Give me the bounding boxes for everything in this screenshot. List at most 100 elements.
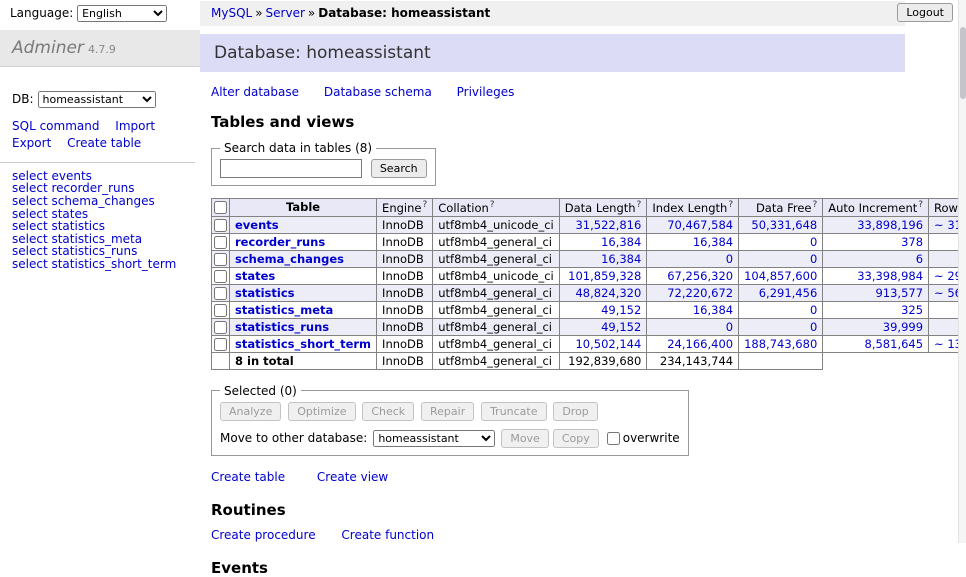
search-input[interactable] bbox=[220, 159, 362, 178]
table-name-link[interactable]: statistics bbox=[235, 286, 295, 300]
db-action-link[interactable]: Privileges bbox=[457, 85, 515, 99]
move-button[interactable]: Move bbox=[501, 429, 549, 448]
sidebar-link[interactable]: Export bbox=[12, 135, 51, 152]
index-length-link[interactable]: 0 bbox=[726, 252, 733, 266]
index-length-link[interactable]: 70,467,584 bbox=[667, 218, 733, 232]
auto-increment-link[interactable]: 378 bbox=[901, 235, 923, 249]
auto-increment-cell: 378 bbox=[823, 233, 929, 250]
copy-button[interactable]: Copy bbox=[553, 429, 599, 448]
overwrite-label: overwrite bbox=[623, 431, 680, 445]
index-length-link[interactable]: 24,166,400 bbox=[667, 337, 733, 351]
table-operation-button[interactable]: Check bbox=[362, 402, 414, 421]
data-free-link[interactable]: 0 bbox=[810, 320, 817, 334]
data-free-link[interactable]: 50,331,648 bbox=[751, 218, 817, 232]
auto-increment-link[interactable]: 8,581,645 bbox=[865, 337, 924, 351]
data-length-link[interactable]: 31,522,816 bbox=[575, 218, 641, 232]
table-operation-button[interactable]: Analyze bbox=[220, 402, 281, 421]
create-link[interactable]: Create table bbox=[211, 470, 285, 484]
table-name-link[interactable]: events bbox=[235, 218, 279, 232]
db-action-link[interactable]: Database schema bbox=[324, 85, 432, 99]
index-length-link[interactable]: 0 bbox=[726, 320, 733, 334]
row-checkbox[interactable] bbox=[214, 236, 227, 249]
help-link[interactable]: ? bbox=[918, 200, 923, 210]
table-operation-button[interactable]: Truncate bbox=[481, 402, 546, 421]
create-link[interactable]: Create view bbox=[317, 470, 388, 484]
row-checkbox[interactable] bbox=[214, 304, 227, 317]
sidebar-link[interactable]: Create table bbox=[67, 135, 141, 152]
index-length-cell: 16,384 bbox=[647, 301, 739, 318]
table-row: statistics_short_term InnoDB utf8mb4_gen… bbox=[212, 335, 966, 352]
help-link[interactable]: ? bbox=[637, 200, 642, 210]
data-length-link[interactable]: 49,152 bbox=[601, 303, 641, 317]
sidebar-select-table-link[interactable]: select schema_changes bbox=[12, 195, 188, 208]
table-name-link[interactable]: schema_changes bbox=[235, 252, 344, 266]
data-free-link[interactable]: 6,291,456 bbox=[759, 286, 818, 300]
sidebar-link[interactable]: Import bbox=[115, 118, 155, 135]
table-name-link[interactable]: statistics_short_term bbox=[235, 337, 371, 351]
index-length-cell: 16,384 bbox=[647, 233, 739, 250]
data-length-link[interactable]: 48,824,320 bbox=[575, 286, 641, 300]
data-free-link[interactable]: 188,743,680 bbox=[744, 337, 817, 351]
select-all-checkbox[interactable] bbox=[214, 201, 227, 214]
help-link[interactable]: ? bbox=[422, 200, 427, 210]
help-link[interactable]: ? bbox=[728, 200, 733, 210]
row-checkbox[interactable] bbox=[214, 321, 227, 334]
language-select[interactable]: English bbox=[77, 5, 167, 22]
data-free-cell: 6,291,456 bbox=[739, 284, 823, 301]
index-length-link[interactable]: 67,256,320 bbox=[667, 269, 733, 283]
auto-increment-link[interactable]: 325 bbox=[901, 303, 923, 317]
index-length-link[interactable]: 16,384 bbox=[693, 235, 733, 249]
collation-cell: utf8mb4_general_ci bbox=[433, 301, 560, 318]
scrollbar[interactable] bbox=[958, 0, 966, 543]
search-button[interactable]: Search bbox=[371, 159, 427, 178]
row-checkbox-cell bbox=[212, 233, 230, 250]
auto-increment-link[interactable]: 913,577 bbox=[875, 286, 923, 300]
routine-link[interactable]: Create function bbox=[341, 528, 434, 542]
row-checkbox[interactable] bbox=[214, 287, 227, 300]
engine-cell: InnoDB bbox=[377, 301, 433, 318]
scrollbar-thumb[interactable] bbox=[960, 27, 966, 99]
sidebar-select-table-link[interactable]: select statistics_short_term bbox=[12, 258, 188, 271]
data-free-link[interactable]: 0 bbox=[810, 235, 817, 249]
help-link[interactable]: ? bbox=[490, 200, 495, 210]
data-free-link[interactable]: 0 bbox=[810, 252, 817, 266]
table-operation-button[interactable]: Repair bbox=[421, 402, 474, 421]
data-length-link[interactable]: 101,859,328 bbox=[568, 269, 641, 283]
breadcrumb-mysql-link[interactable]: MySQL bbox=[211, 6, 252, 20]
logout-button[interactable]: Logout bbox=[897, 3, 953, 22]
row-checkbox[interactable] bbox=[214, 253, 227, 266]
row-checkbox[interactable] bbox=[214, 270, 227, 283]
help-link[interactable]: ? bbox=[812, 200, 817, 210]
index-length-link[interactable]: 16,384 bbox=[693, 303, 733, 317]
auto-increment-link[interactable]: 39,999 bbox=[883, 320, 923, 334]
table-name-link[interactable]: statistics_meta bbox=[235, 303, 333, 317]
table-name-link[interactable]: recorder_runs bbox=[235, 235, 325, 249]
row-checkbox[interactable] bbox=[214, 338, 227, 351]
data-length-link[interactable]: 49,152 bbox=[601, 320, 641, 334]
routine-link[interactable]: Create procedure bbox=[211, 528, 316, 542]
sidebar-link[interactable]: SQL command bbox=[12, 118, 99, 135]
db-select[interactable]: homeassistant bbox=[38, 91, 156, 108]
auto-increment-cell: 325 bbox=[823, 301, 929, 318]
data-length-link[interactable]: 16,384 bbox=[601, 252, 641, 266]
table-operation-button[interactable]: Optimize bbox=[288, 402, 355, 421]
sidebar-select-table-link[interactable]: select statistics bbox=[12, 220, 188, 233]
auto-increment-cell: 33,398,984 bbox=[823, 267, 929, 284]
data-length-link[interactable]: 16,384 bbox=[601, 235, 641, 249]
auto-increment-link[interactable]: 33,898,196 bbox=[857, 218, 923, 232]
breadcrumb-server-link[interactable]: Server bbox=[266, 6, 305, 20]
data-free-link[interactable]: 104,857,600 bbox=[744, 269, 817, 283]
db-action-link[interactable]: Alter database bbox=[211, 85, 299, 99]
overwrite-checkbox[interactable] bbox=[607, 432, 620, 445]
auto-increment-link[interactable]: 6 bbox=[916, 252, 923, 266]
data-length-link[interactable]: 10,502,144 bbox=[575, 337, 641, 351]
row-checkbox[interactable] bbox=[214, 219, 227, 232]
move-db-select[interactable]: homeassistant bbox=[373, 430, 495, 447]
index-length-link[interactable]: 72,220,672 bbox=[667, 286, 733, 300]
table-name-link[interactable]: states bbox=[235, 269, 275, 283]
auto-increment-link[interactable]: 33,398,984 bbox=[857, 269, 923, 283]
app-version: 4.7.9 bbox=[88, 43, 116, 56]
data-free-link[interactable]: 0 bbox=[810, 303, 817, 317]
table-name-link[interactable]: statistics_runs bbox=[235, 320, 329, 334]
table-operation-button[interactable]: Drop bbox=[553, 402, 597, 421]
